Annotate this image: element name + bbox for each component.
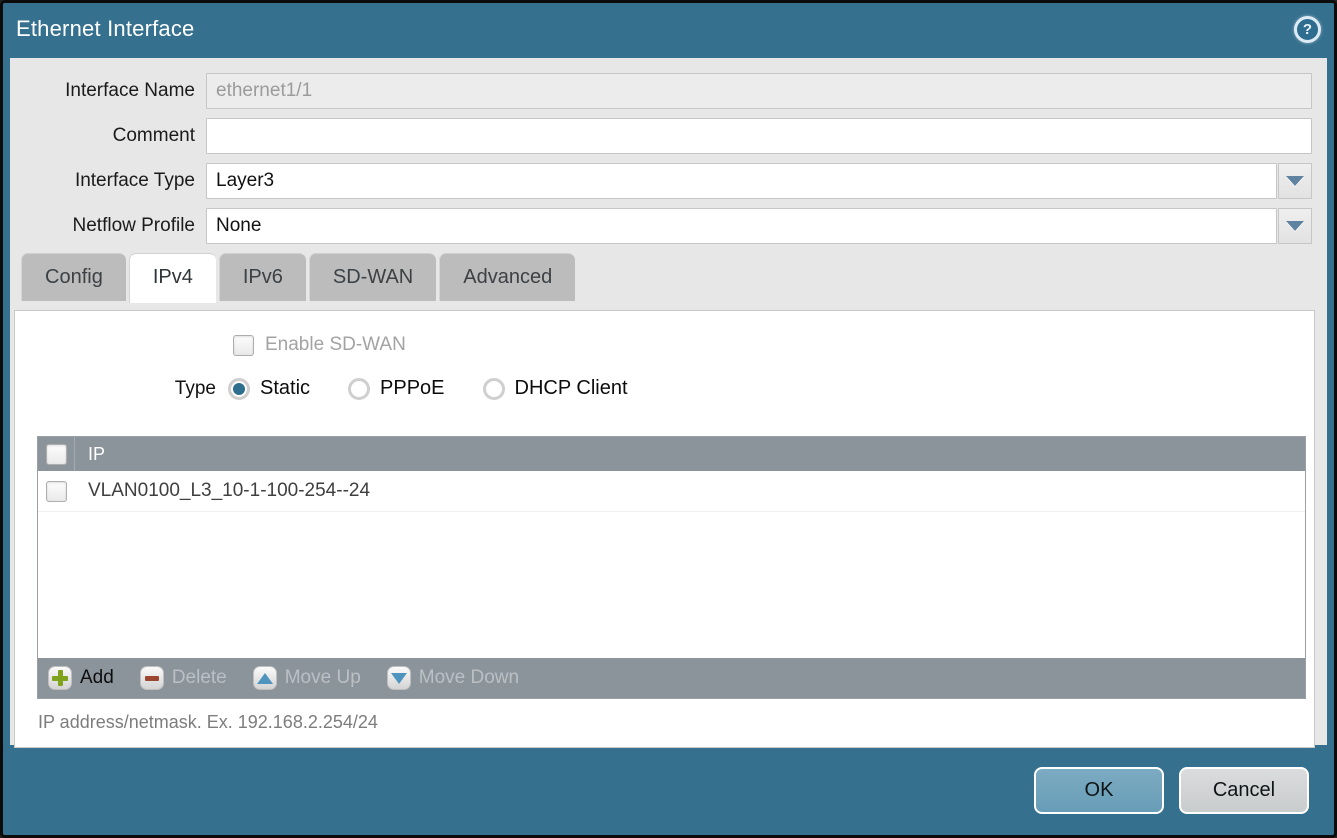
- table-toolbar: Add Delete Move Up Move Down: [38, 658, 1305, 698]
- move-up-button-label: Move Up: [285, 667, 361, 689]
- select-all-cell: [38, 437, 75, 471]
- dialog-body: Interface Name Comment Interface Type Ne…: [10, 58, 1327, 748]
- type-radio-group: Type Static PPPoE DHCP Client: [15, 377, 666, 400]
- chevron-down-icon: [1286, 221, 1304, 231]
- dialog-footer: OK Cancel: [3, 745, 1334, 835]
- tab-ipv4[interactable]: IPv4: [129, 253, 216, 303]
- radio-button-icon: [483, 378, 505, 400]
- tab-strip: Config IPv4 IPv6 SD-WAN Advanced: [21, 253, 1327, 301]
- title-bar: Ethernet Interface ?: [3, 3, 1334, 55]
- minus-icon: [140, 666, 164, 690]
- move-down-button-label: Move Down: [419, 667, 519, 689]
- interface-type-row: Interface Type: [10, 163, 1327, 199]
- netflow-profile-row: Netflow Profile: [10, 208, 1327, 244]
- move-up-button: Move Up: [253, 666, 361, 690]
- radio-button-icon: [228, 378, 250, 400]
- interface-name-field-wrap: [206, 73, 1312, 109]
- ip-address-table: IP VLAN0100_L3_10-1-100-254--24 Add: [37, 436, 1306, 699]
- comment-input[interactable]: [206, 118, 1312, 154]
- add-button-label: Add: [80, 667, 114, 689]
- enable-sdwan-row: Enable SD-WAN: [233, 334, 406, 356]
- table-header: IP: [38, 437, 1305, 471]
- interface-type-label: Interface Type: [10, 170, 206, 192]
- ip-cell: VLAN0100_L3_10-1-100-254--24: [75, 480, 370, 502]
- row-checkbox[interactable]: [46, 481, 67, 502]
- radio-static[interactable]: Static: [228, 377, 348, 400]
- comment-row: Comment: [10, 118, 1327, 154]
- radio-static-label: Static: [260, 377, 310, 400]
- ipv4-tab-panel: Enable SD-WAN Type Static PPPoE DHCP Cli…: [14, 310, 1315, 748]
- delete-button-label: Delete: [172, 667, 227, 689]
- plus-icon: [48, 666, 72, 690]
- ethernet-interface-dialog: Ethernet Interface ? Interface Name Comm…: [0, 0, 1337, 838]
- radio-pppoe-label: PPPoE: [380, 377, 444, 400]
- radio-pppoe[interactable]: PPPoE: [348, 377, 482, 400]
- tab-advanced[interactable]: Advanced: [439, 253, 575, 301]
- cancel-button[interactable]: Cancel: [1179, 767, 1309, 814]
- tab-sdwan[interactable]: SD-WAN: [309, 253, 436, 301]
- netflow-profile-field-wrap: [206, 208, 1312, 244]
- row-checkbox-cell: [38, 471, 75, 511]
- column-header-ip: IP: [75, 444, 105, 465]
- netflow-profile-dropdown-button[interactable]: [1278, 208, 1312, 244]
- comment-field-wrap: [206, 118, 1312, 154]
- radio-dhcp-client-label: DHCP Client: [515, 377, 628, 400]
- arrow-up-icon: [253, 666, 277, 690]
- move-down-button: Move Down: [387, 666, 519, 690]
- type-label: Type: [15, 378, 228, 400]
- netflow-profile-input[interactable]: [206, 208, 1277, 244]
- table-row[interactable]: VLAN0100_L3_10-1-100-254--24: [38, 471, 1305, 512]
- comment-label: Comment: [10, 125, 206, 147]
- delete-button: Delete: [140, 666, 227, 690]
- select-all-checkbox[interactable]: [46, 444, 67, 465]
- enable-sdwan-label: Enable SD-WAN: [265, 334, 406, 356]
- dialog-title: Ethernet Interface: [3, 16, 194, 42]
- help-icon[interactable]: ?: [1294, 16, 1321, 43]
- radio-button-icon: [348, 378, 370, 400]
- interface-name-row: Interface Name: [10, 73, 1327, 109]
- interface-name-input: [206, 73, 1312, 109]
- chevron-down-icon: [1286, 176, 1304, 186]
- table-body: VLAN0100_L3_10-1-100-254--24: [38, 471, 1305, 658]
- enable-sdwan-checkbox: [233, 335, 254, 356]
- ip-format-hint: IP address/netmask. Ex. 192.168.2.254/24: [38, 712, 378, 733]
- interface-type-dropdown-button[interactable]: [1278, 163, 1312, 199]
- add-button[interactable]: Add: [48, 666, 114, 690]
- tab-config[interactable]: Config: [21, 253, 126, 301]
- radio-dhcp-client[interactable]: DHCP Client: [483, 377, 666, 400]
- arrow-down-icon: [387, 666, 411, 690]
- ok-button[interactable]: OK: [1034, 767, 1164, 814]
- tab-ipv6[interactable]: IPv6: [219, 253, 306, 301]
- interface-type-field-wrap: [206, 163, 1312, 199]
- interface-type-input[interactable]: [206, 163, 1277, 199]
- netflow-profile-label: Netflow Profile: [10, 215, 206, 237]
- interface-name-label: Interface Name: [10, 80, 206, 102]
